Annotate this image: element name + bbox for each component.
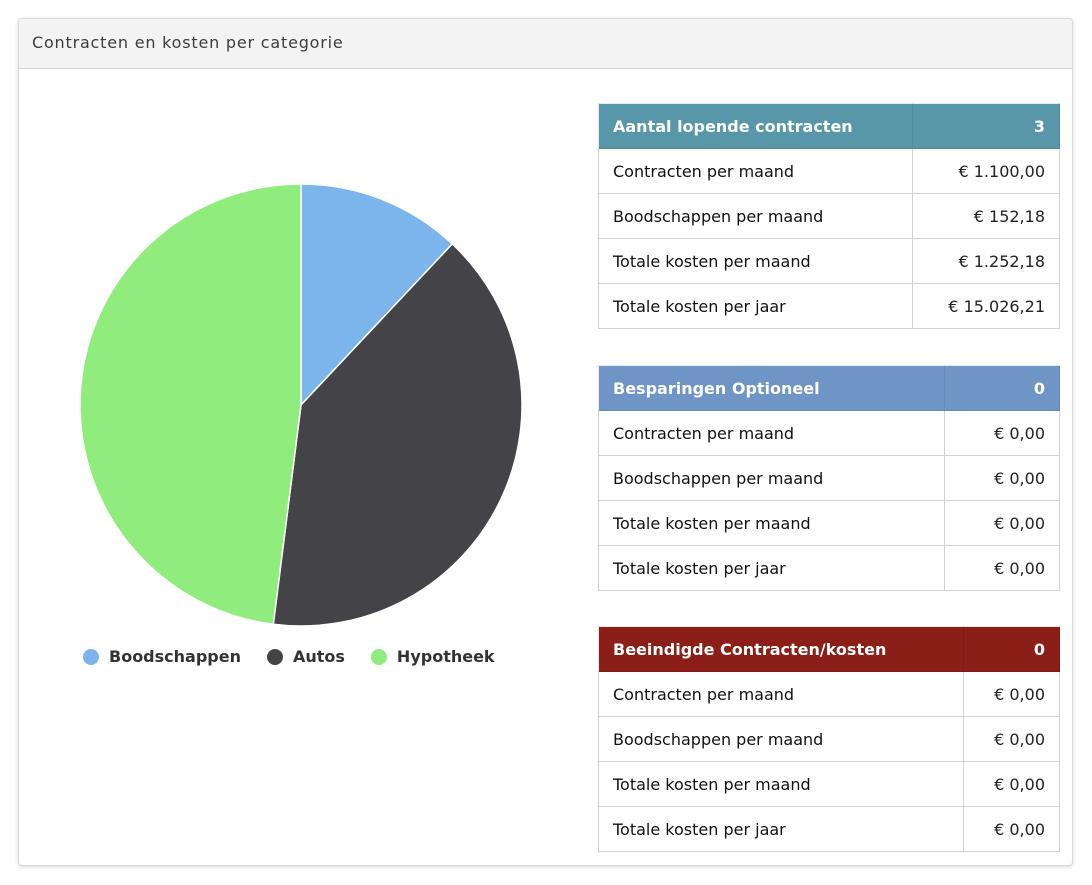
table-row: Totale kosten per jaar € 15.026,21: [597, 283, 1060, 329]
legend-item-boodschappen[interactable]: Boodschappen: [83, 647, 241, 666]
row-value: € 152,18: [912, 193, 1060, 239]
table-header: Beeindigde Contracten/kosten 0: [598, 626, 1061, 672]
row-value: € 0,00: [962, 671, 1061, 717]
legend-marker-hypotheek: [370, 648, 387, 665]
pie-slice-hypotheek[interactable]: [79, 183, 302, 626]
legend-marker-boodschappen: [83, 648, 99, 665]
row-value: € 1.100,00: [912, 148, 1060, 194]
contracts-panel: Contracten en kosten per categorie Boods…: [18, 18, 1073, 866]
row-value: € 0,00: [962, 761, 1061, 807]
row-value: € 0,00: [962, 716, 1061, 762]
table-row: Boodschappen per maand € 0,00: [598, 716, 1061, 762]
row-label: Totale kosten per jaar: [597, 283, 914, 329]
row-label: Totale kosten per maand: [598, 761, 964, 807]
row-value: € 0,00: [943, 500, 1061, 546]
row-label: Contracten per maand: [598, 671, 964, 717]
table-row: Contracten per maand € 1.100,00: [597, 148, 1060, 194]
row-label: Totale kosten per maand: [597, 238, 914, 284]
legend-label-autos: Autos: [292, 647, 345, 666]
row-value: € 15.026,21: [912, 283, 1060, 329]
legend-item-autos[interactable]: Autos: [266, 647, 345, 666]
row-value: € 0,00: [943, 410, 1061, 456]
panel-header: Contracten en kosten per categorie: [19, 19, 1072, 69]
table-row: Totale kosten per jaar € 0,00: [598, 545, 1061, 591]
category-pie-chart: [79, 183, 523, 627]
table-row: Boodschappen per maand € 152,18: [597, 193, 1060, 239]
row-label: Totale kosten per jaar: [598, 545, 945, 591]
row-label: Contracten per maand: [598, 410, 945, 456]
legend-marker-autos: [266, 648, 283, 665]
table-count: 0: [962, 626, 1061, 672]
running-contracts-table: Aantal lopende contracten 3 Contracten p…: [597, 103, 1060, 329]
row-value: € 0,00: [962, 806, 1061, 852]
table-title: Beeindigde Contracten/kosten: [598, 626, 964, 672]
ended-contracts-table: Beeindigde Contracten/kosten 0 Contracte…: [598, 626, 1061, 852]
row-value: € 1.252,18: [912, 238, 1060, 284]
table-count: 0: [943, 365, 1061, 411]
row-label: Totale kosten per maand: [598, 500, 945, 546]
optional-savings-table: Besparingen Optioneel 0 Contracten per m…: [598, 365, 1061, 591]
panel-title: Contracten en kosten per categorie: [32, 33, 344, 52]
table-row: Contracten per maand € 0,00: [598, 671, 1061, 717]
row-label: Boodschappen per maand: [598, 716, 964, 762]
table-count: 3: [912, 103, 1060, 149]
table-title: Besparingen Optioneel: [598, 365, 945, 411]
row-value: € 0,00: [943, 545, 1061, 591]
table-title: Aantal lopende contracten: [597, 103, 914, 149]
table-row: Totale kosten per jaar € 0,00: [598, 806, 1061, 852]
row-label: Boodschappen per maand: [598, 455, 945, 501]
row-label: Contracten per maand: [597, 148, 914, 194]
table-header: Aantal lopende contracten 3: [597, 103, 1060, 149]
chart-legend: Boodschappen Autos Hypotheek: [83, 647, 521, 666]
row-label: Totale kosten per jaar: [598, 806, 964, 852]
legend-item-hypotheek[interactable]: Hypotheek: [370, 647, 495, 666]
table-row: Boodschappen per maand € 0,00: [598, 455, 1061, 501]
legend-label-hypotheek: Hypotheek: [396, 647, 495, 666]
table-row: Totale kosten per maand € 0,00: [598, 500, 1061, 546]
table-header: Besparingen Optioneel 0: [598, 365, 1061, 411]
row-value: € 0,00: [943, 455, 1061, 501]
table-row: Totale kosten per maand € 1.252,18: [597, 238, 1060, 284]
table-row: Totale kosten per maand € 0,00: [598, 761, 1061, 807]
row-label: Boodschappen per maand: [597, 193, 914, 239]
legend-label-boodschappen: Boodschappen: [109, 647, 241, 666]
table-row: Contracten per maand € 0,00: [598, 410, 1061, 456]
